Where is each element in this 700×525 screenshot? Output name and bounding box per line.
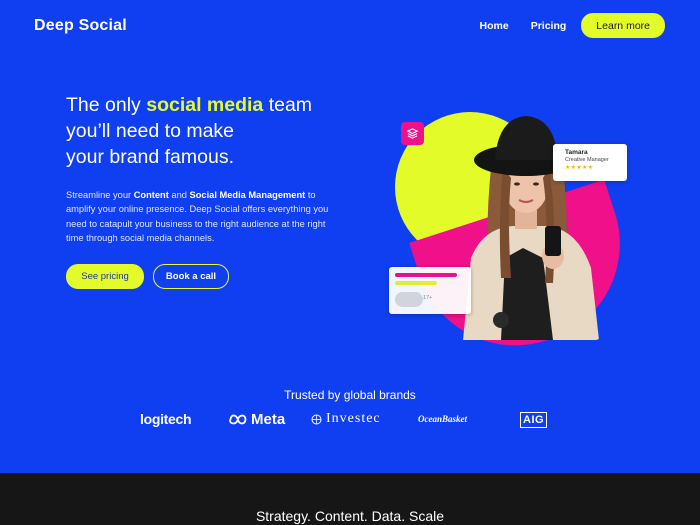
toggle-pill xyxy=(395,292,423,307)
meta-logo: Meta xyxy=(228,411,285,428)
investec-logo: Investec xyxy=(311,411,381,427)
aig-logo: AIG xyxy=(520,412,548,428)
desc-bold-smm: Social Media Management xyxy=(189,190,306,200)
layers-icon xyxy=(401,122,424,145)
book-call-button[interactable]: Book a call xyxy=(153,264,229,289)
headline-highlight: social media xyxy=(146,94,264,116)
stats-card: 17+ xyxy=(389,267,471,314)
investec-zebra-icon xyxy=(311,414,322,424)
footer-tagline: Strategy. Content. Data. Scale xyxy=(255,508,445,524)
star-rating: ★★★★★ xyxy=(565,165,594,171)
woman-photo xyxy=(453,108,603,340)
logitech-logo: logitech xyxy=(140,411,192,427)
nav-home-link[interactable]: Home xyxy=(480,20,509,32)
follower-count: 17+ xyxy=(423,295,433,301)
oceanbasket-logo: OceanBasket xyxy=(418,414,467,424)
footer-section: Strategy. Content. Data. Scale xyxy=(0,473,700,525)
headline-line-3: your brand famous. xyxy=(66,146,235,168)
pink-bar xyxy=(395,273,457,277)
profile-role: Creative Manager xyxy=(565,157,609,163)
hero-description: Streamline your Content and Social Media… xyxy=(66,188,344,245)
main-nav: Home Pricing Learn more xyxy=(480,13,665,38)
headline-text-2: team xyxy=(263,94,313,116)
hero-headline: The only social media team you’ll need t… xyxy=(66,92,366,170)
hero-visual: Tamara Creative Manager ★★★★★ 17+ xyxy=(385,108,646,372)
brand-logo[interactable]: Deep Social xyxy=(34,17,127,35)
learn-more-button[interactable]: Learn more xyxy=(581,13,665,38)
desc-bold-content: Content xyxy=(133,190,169,200)
headline-text-1: The only xyxy=(66,94,147,116)
trusted-title: Trusted by global brands xyxy=(284,388,416,402)
profile-card: Tamara Creative Manager ★★★★★ xyxy=(553,144,627,181)
profile-name: Tamara xyxy=(565,149,588,156)
meta-infinity-icon xyxy=(229,414,247,425)
nav-pricing-link[interactable]: Pricing xyxy=(531,20,567,32)
see-pricing-button[interactable]: See pricing xyxy=(66,264,144,289)
meta-logo-text: Meta xyxy=(251,411,286,428)
desc-text-1: Streamline your xyxy=(66,190,134,200)
investec-logo-text: Investec xyxy=(326,411,381,426)
headline-line-2: you’ll need to make xyxy=(66,120,235,142)
yellow-bar xyxy=(395,281,437,285)
desc-text-2: and xyxy=(168,190,190,200)
